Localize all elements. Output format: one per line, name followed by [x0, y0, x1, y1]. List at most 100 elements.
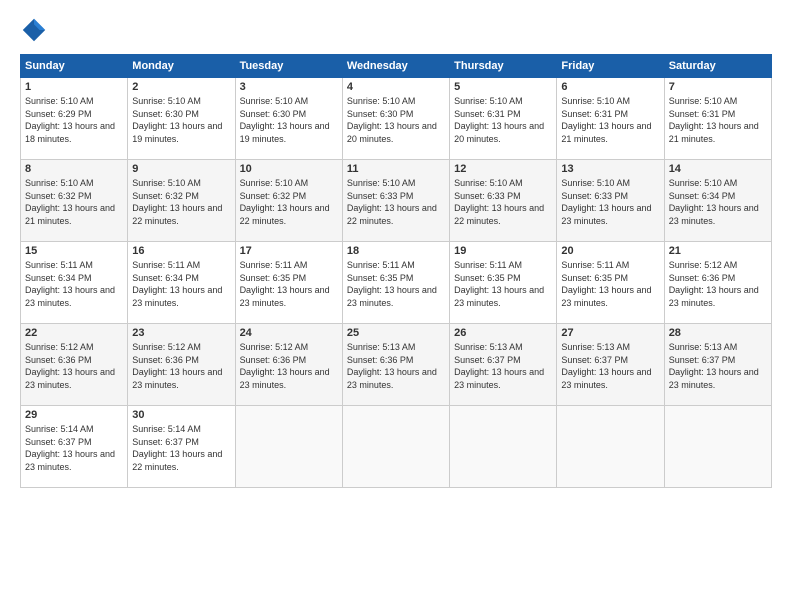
calendar-cell: 24 Sunrise: 5:12 AM Sunset: 6:36 PM Dayl… [235, 324, 342, 406]
day-number: 8 [25, 163, 123, 175]
day-number: 1 [25, 81, 123, 93]
page: SundayMondayTuesdayWednesdayThursdayFrid… [0, 0, 792, 612]
day-info: Sunrise: 5:10 AM Sunset: 6:34 PM Dayligh… [669, 177, 767, 227]
calendar-table: SundayMondayTuesdayWednesdayThursdayFrid… [20, 54, 772, 488]
day-number: 18 [347, 245, 445, 257]
day-number: 21 [669, 245, 767, 257]
day-info: Sunrise: 5:10 AM Sunset: 6:29 PM Dayligh… [25, 95, 123, 145]
day-number: 17 [240, 245, 338, 257]
calendar-cell: 8 Sunrise: 5:10 AM Sunset: 6:32 PM Dayli… [21, 160, 128, 242]
calendar-cell: 2 Sunrise: 5:10 AM Sunset: 6:30 PM Dayli… [128, 78, 235, 160]
day-info: Sunrise: 5:13 AM Sunset: 6:37 PM Dayligh… [454, 341, 552, 391]
day-info: Sunrise: 5:10 AM Sunset: 6:31 PM Dayligh… [561, 95, 659, 145]
calendar-cell: 26 Sunrise: 5:13 AM Sunset: 6:37 PM Dayl… [450, 324, 557, 406]
day-info: Sunrise: 5:10 AM Sunset: 6:33 PM Dayligh… [561, 177, 659, 227]
calendar-cell: 21 Sunrise: 5:12 AM Sunset: 6:36 PM Dayl… [664, 242, 771, 324]
calendar-cell: 23 Sunrise: 5:12 AM Sunset: 6:36 PM Dayl… [128, 324, 235, 406]
calendar-cell [557, 406, 664, 488]
calendar-cell: 9 Sunrise: 5:10 AM Sunset: 6:32 PM Dayli… [128, 160, 235, 242]
day-info: Sunrise: 5:10 AM Sunset: 6:31 PM Dayligh… [669, 95, 767, 145]
calendar-day-header: Saturday [664, 55, 771, 78]
calendar-cell: 30 Sunrise: 5:14 AM Sunset: 6:37 PM Dayl… [128, 406, 235, 488]
day-number: 26 [454, 327, 552, 339]
day-number: 27 [561, 327, 659, 339]
calendar-day-header: Wednesday [342, 55, 449, 78]
day-number: 10 [240, 163, 338, 175]
calendar-cell: 10 Sunrise: 5:10 AM Sunset: 6:32 PM Dayl… [235, 160, 342, 242]
day-number: 3 [240, 81, 338, 93]
day-number: 23 [132, 327, 230, 339]
day-number: 28 [669, 327, 767, 339]
header [20, 16, 772, 44]
day-info: Sunrise: 5:10 AM Sunset: 6:32 PM Dayligh… [25, 177, 123, 227]
day-number: 5 [454, 81, 552, 93]
day-number: 25 [347, 327, 445, 339]
day-info: Sunrise: 5:11 AM Sunset: 6:35 PM Dayligh… [347, 259, 445, 309]
day-info: Sunrise: 5:10 AM Sunset: 6:33 PM Dayligh… [454, 177, 552, 227]
day-info: Sunrise: 5:10 AM Sunset: 6:30 PM Dayligh… [240, 95, 338, 145]
day-info: Sunrise: 5:12 AM Sunset: 6:36 PM Dayligh… [240, 341, 338, 391]
calendar-week-row: 8 Sunrise: 5:10 AM Sunset: 6:32 PM Dayli… [21, 160, 772, 242]
day-number: 2 [132, 81, 230, 93]
calendar-header-row: SundayMondayTuesdayWednesdayThursdayFrid… [21, 55, 772, 78]
calendar-cell: 11 Sunrise: 5:10 AM Sunset: 6:33 PM Dayl… [342, 160, 449, 242]
calendar-week-row: 1 Sunrise: 5:10 AM Sunset: 6:29 PM Dayli… [21, 78, 772, 160]
calendar-cell: 18 Sunrise: 5:11 AM Sunset: 6:35 PM Dayl… [342, 242, 449, 324]
calendar-day-header: Sunday [21, 55, 128, 78]
day-info: Sunrise: 5:11 AM Sunset: 6:35 PM Dayligh… [240, 259, 338, 309]
day-info: Sunrise: 5:13 AM Sunset: 6:37 PM Dayligh… [561, 341, 659, 391]
day-info: Sunrise: 5:11 AM Sunset: 6:35 PM Dayligh… [561, 259, 659, 309]
day-number: 14 [669, 163, 767, 175]
day-info: Sunrise: 5:14 AM Sunset: 6:37 PM Dayligh… [25, 423, 123, 473]
day-info: Sunrise: 5:12 AM Sunset: 6:36 PM Dayligh… [132, 341, 230, 391]
day-info: Sunrise: 5:10 AM Sunset: 6:33 PM Dayligh… [347, 177, 445, 227]
day-number: 29 [25, 409, 123, 421]
calendar-cell: 12 Sunrise: 5:10 AM Sunset: 6:33 PM Dayl… [450, 160, 557, 242]
day-number: 11 [347, 163, 445, 175]
calendar-cell [235, 406, 342, 488]
logo-icon [20, 16, 48, 44]
calendar-cell: 4 Sunrise: 5:10 AM Sunset: 6:30 PM Dayli… [342, 78, 449, 160]
day-number: 9 [132, 163, 230, 175]
day-info: Sunrise: 5:12 AM Sunset: 6:36 PM Dayligh… [669, 259, 767, 309]
day-number: 13 [561, 163, 659, 175]
day-number: 6 [561, 81, 659, 93]
calendar-cell [342, 406, 449, 488]
calendar-cell: 25 Sunrise: 5:13 AM Sunset: 6:36 PM Dayl… [342, 324, 449, 406]
calendar-cell: 13 Sunrise: 5:10 AM Sunset: 6:33 PM Dayl… [557, 160, 664, 242]
calendar-cell [450, 406, 557, 488]
day-number: 15 [25, 245, 123, 257]
day-number: 4 [347, 81, 445, 93]
calendar-week-row: 29 Sunrise: 5:14 AM Sunset: 6:37 PM Dayl… [21, 406, 772, 488]
calendar-cell: 3 Sunrise: 5:10 AM Sunset: 6:30 PM Dayli… [235, 78, 342, 160]
calendar-cell: 20 Sunrise: 5:11 AM Sunset: 6:35 PM Dayl… [557, 242, 664, 324]
calendar-cell: 29 Sunrise: 5:14 AM Sunset: 6:37 PM Dayl… [21, 406, 128, 488]
calendar-cell: 19 Sunrise: 5:11 AM Sunset: 6:35 PM Dayl… [450, 242, 557, 324]
day-number: 30 [132, 409, 230, 421]
calendar-cell: 5 Sunrise: 5:10 AM Sunset: 6:31 PM Dayli… [450, 78, 557, 160]
calendar-cell: 27 Sunrise: 5:13 AM Sunset: 6:37 PM Dayl… [557, 324, 664, 406]
calendar-week-row: 22 Sunrise: 5:12 AM Sunset: 6:36 PM Dayl… [21, 324, 772, 406]
day-info: Sunrise: 5:11 AM Sunset: 6:34 PM Dayligh… [132, 259, 230, 309]
day-info: Sunrise: 5:10 AM Sunset: 6:30 PM Dayligh… [132, 95, 230, 145]
calendar-cell: 28 Sunrise: 5:13 AM Sunset: 6:37 PM Dayl… [664, 324, 771, 406]
day-number: 19 [454, 245, 552, 257]
day-info: Sunrise: 5:10 AM Sunset: 6:31 PM Dayligh… [454, 95, 552, 145]
calendar-cell: 7 Sunrise: 5:10 AM Sunset: 6:31 PM Dayli… [664, 78, 771, 160]
calendar-week-row: 15 Sunrise: 5:11 AM Sunset: 6:34 PM Dayl… [21, 242, 772, 324]
calendar-cell: 6 Sunrise: 5:10 AM Sunset: 6:31 PM Dayli… [557, 78, 664, 160]
day-info: Sunrise: 5:10 AM Sunset: 6:30 PM Dayligh… [347, 95, 445, 145]
calendar-day-header: Tuesday [235, 55, 342, 78]
day-info: Sunrise: 5:10 AM Sunset: 6:32 PM Dayligh… [240, 177, 338, 227]
day-info: Sunrise: 5:13 AM Sunset: 6:37 PM Dayligh… [669, 341, 767, 391]
logo [20, 16, 52, 44]
day-info: Sunrise: 5:11 AM Sunset: 6:35 PM Dayligh… [454, 259, 552, 309]
day-number: 7 [669, 81, 767, 93]
day-number: 22 [25, 327, 123, 339]
day-number: 24 [240, 327, 338, 339]
calendar-day-header: Thursday [450, 55, 557, 78]
calendar-cell: 17 Sunrise: 5:11 AM Sunset: 6:35 PM Dayl… [235, 242, 342, 324]
day-number: 12 [454, 163, 552, 175]
calendar-cell: 16 Sunrise: 5:11 AM Sunset: 6:34 PM Dayl… [128, 242, 235, 324]
day-info: Sunrise: 5:12 AM Sunset: 6:36 PM Dayligh… [25, 341, 123, 391]
